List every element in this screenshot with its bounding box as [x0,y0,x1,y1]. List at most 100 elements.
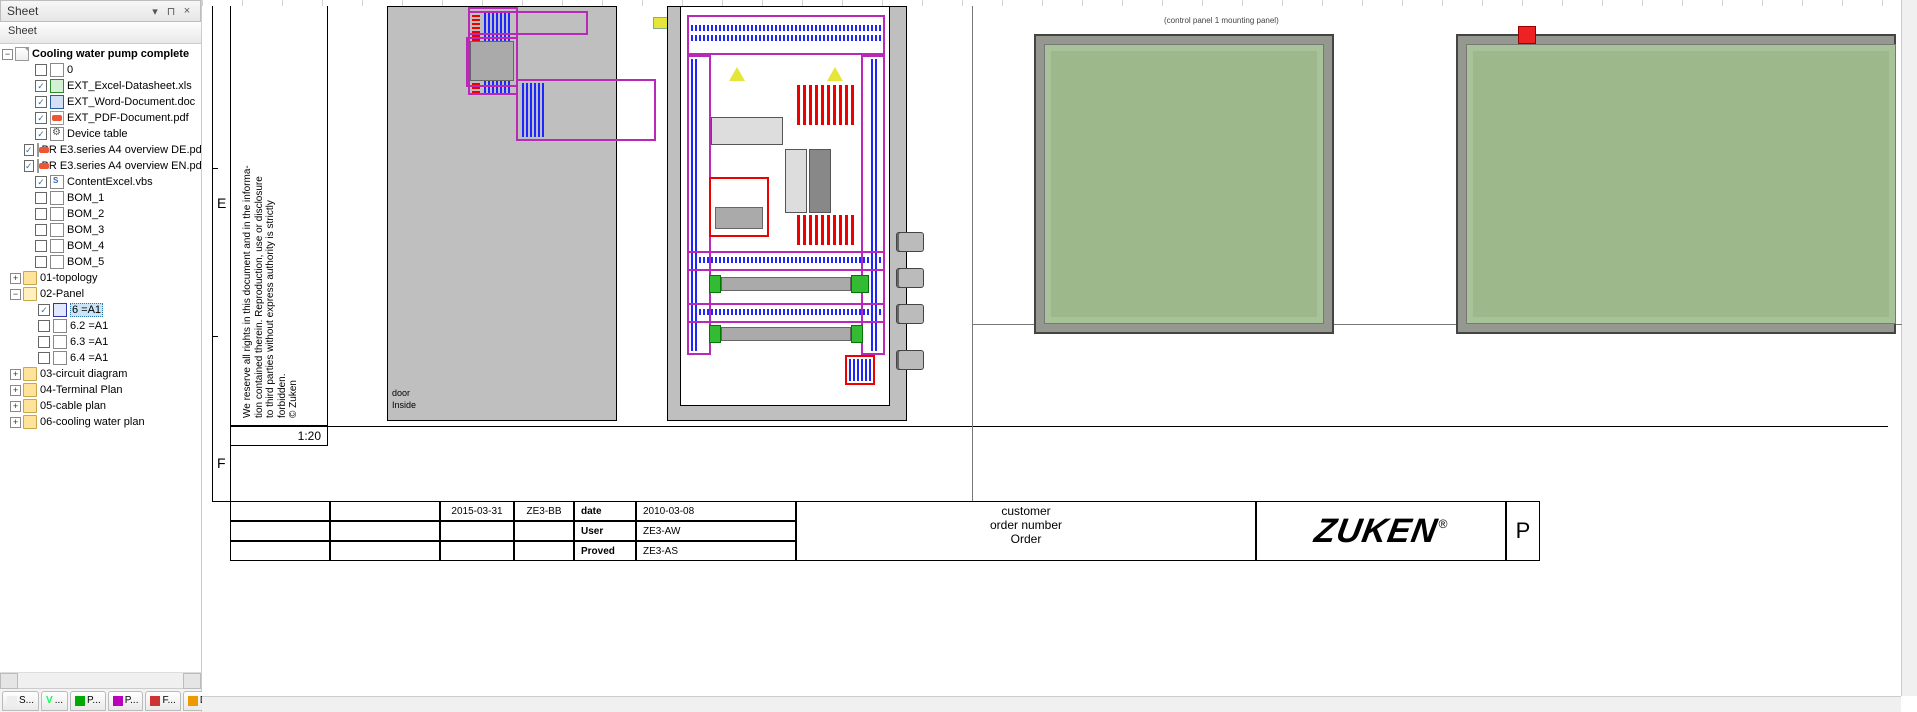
tree-item[interactable]: BOM_5 [2,254,201,270]
tb-user-value: ZE3-AW [636,521,796,541]
bottom-tab[interactable]: VV...... [41,691,68,711]
cabinet-1 [1034,34,1334,334]
checkbox-icon[interactable]: ✓ [24,144,34,156]
checkbox-icon[interactable] [35,208,47,220]
checkbox-icon[interactable]: ✓ [35,128,47,140]
script-icon [50,175,64,189]
terminal-strip [721,327,851,341]
expander-icon[interactable]: − [10,289,21,300]
tree-root[interactable]: − Cooling water pump complete [2,46,201,62]
tree-item[interactable]: 6.4 =A1 [2,350,201,366]
side-connector [896,304,924,324]
rev-cell [514,541,574,561]
rev-cell [330,521,440,541]
sheet-icon [53,303,67,317]
horizontal-scrollbar[interactable] [202,696,1901,712]
tab-color-icon [75,696,85,706]
tree-item[interactable]: ✓EXT_Word-Document.doc [2,94,201,110]
checkbox-icon[interactable]: ✓ [35,112,47,124]
expander-icon[interactable]: − [2,49,13,60]
drawing-viewport[interactable]: E F We reserve all rights in this docume… [202,0,1917,712]
tree-folder[interactable]: +03-circuit diagram [2,366,201,382]
arrow-up-icon [729,67,745,81]
tree-item[interactable]: ✓EXT_PDF-Document.pdf [2,110,201,126]
tree-folder[interactable]: +01-topology [2,270,201,286]
brand-registered-icon: ® [1439,517,1448,531]
checkbox-icon[interactable] [35,192,47,204]
sheet-panel-header[interactable]: Sheet ▾ ⊓ × [0,0,201,22]
checkbox-icon[interactable] [38,352,50,364]
bottom-tab[interactable]: S... [2,691,39,711]
tb-date-value: 2010-03-08 [636,501,796,521]
cabinet-2 [1456,34,1896,334]
tree-item[interactable]: BOM_1 [2,190,201,206]
tree-item[interactable]: 6.3 =A1 [2,334,201,350]
device-module [809,149,831,213]
tree-item[interactable]: ✓BR E3.series A4 overview DE.pdf [2,142,201,158]
sheet-tab[interactable]: Sheet [0,22,201,44]
tree-item[interactable]: 0 [2,62,201,78]
tree-folder[interactable]: −02-Panel [2,286,201,302]
tree-folder[interactable]: +05-cable plan [2,398,201,414]
tree-item[interactable]: ✓ContentExcel.vbs [2,174,201,190]
tree-folder[interactable]: +04-Terminal Plan [2,382,201,398]
checkbox-icon[interactable] [35,64,47,76]
expander-icon[interactable]: + [10,369,21,380]
bottom-tab[interactable]: P... [108,691,144,711]
wiring-run [468,11,588,35]
folder-icon [23,399,37,413]
panel-dropdown-icon[interactable]: ▾ [148,4,162,18]
device-module [785,149,807,213]
checkbox-icon[interactable] [35,224,47,236]
frame-line [328,426,1888,427]
checkbox-icon[interactable]: ✓ [38,304,50,316]
checkbox-icon[interactable]: ✓ [35,80,47,92]
expander-icon[interactable]: + [10,401,21,412]
tab-color-icon [150,696,160,706]
expander-icon[interactable]: + [10,385,21,396]
checkbox-icon[interactable] [35,240,47,252]
checkbox-icon[interactable] [35,256,47,268]
tree-folder[interactable]: +06-cooling water plan [2,414,201,430]
tree-item[interactable]: 6.2 =A1 [2,318,201,334]
rev-cell [440,521,514,541]
tree-item[interactable]: BOM_3 [2,222,201,238]
panel-close-icon[interactable]: × [180,4,194,18]
bottom-tab[interactable]: F... [145,691,180,711]
checkbox-icon[interactable] [38,320,50,332]
tree-item[interactable]: ✓BR E3.series A4 overview EN.pdf [2,158,201,174]
sidebar-hscrollbar[interactable] [0,672,201,688]
checkbox-icon[interactable]: ✓ [24,160,34,172]
row-tick [212,336,218,337]
tb-ordernum: order number [797,518,1255,532]
expander-icon[interactable]: + [10,417,21,428]
row-label-f: F [217,456,226,470]
bottom-tab[interactable]: P... [70,691,106,711]
tab-color-icon [188,696,198,706]
tree-item[interactable]: BOM_4 [2,238,201,254]
vertical-scrollbar[interactable] [1901,0,1917,696]
rev-cell [514,521,574,541]
tree-item[interactable]: BOM_2 [2,206,201,222]
wiring-blue [691,257,881,263]
divider-vertical [972,6,973,501]
tb-user-label: User [574,521,636,541]
checkbox-icon[interactable]: ✓ [35,176,47,188]
tb-brand-box: ZUKEN ® [1256,501,1506,561]
rev-cell [230,501,330,521]
tree-item[interactable]: ✓EXT_Excel-Datasheet.xls [2,78,201,94]
pdf-icon [37,143,39,157]
expander-icon[interactable]: + [10,273,21,284]
checkbox-icon[interactable] [38,336,50,348]
checkbox-icon[interactable]: ✓ [35,96,47,108]
sheet-panel-title: Sheet [7,4,146,18]
tb-right-letter: P [1506,501,1540,561]
tab-color-icon [7,696,17,706]
folder-icon [23,271,37,285]
tb-date-label: date [574,501,636,521]
tree-item-selected[interactable]: ✓6 =A1 [2,302,201,318]
sheet-tree[interactable]: − Cooling water pump complete 0 ✓EXT_Exc… [0,44,201,672]
tree-item[interactable]: ✓Device table [2,126,201,142]
drawing-canvas[interactable]: E F We reserve all rights in this docume… [202,6,1901,696]
panel-pin-icon[interactable]: ⊓ [164,4,178,18]
